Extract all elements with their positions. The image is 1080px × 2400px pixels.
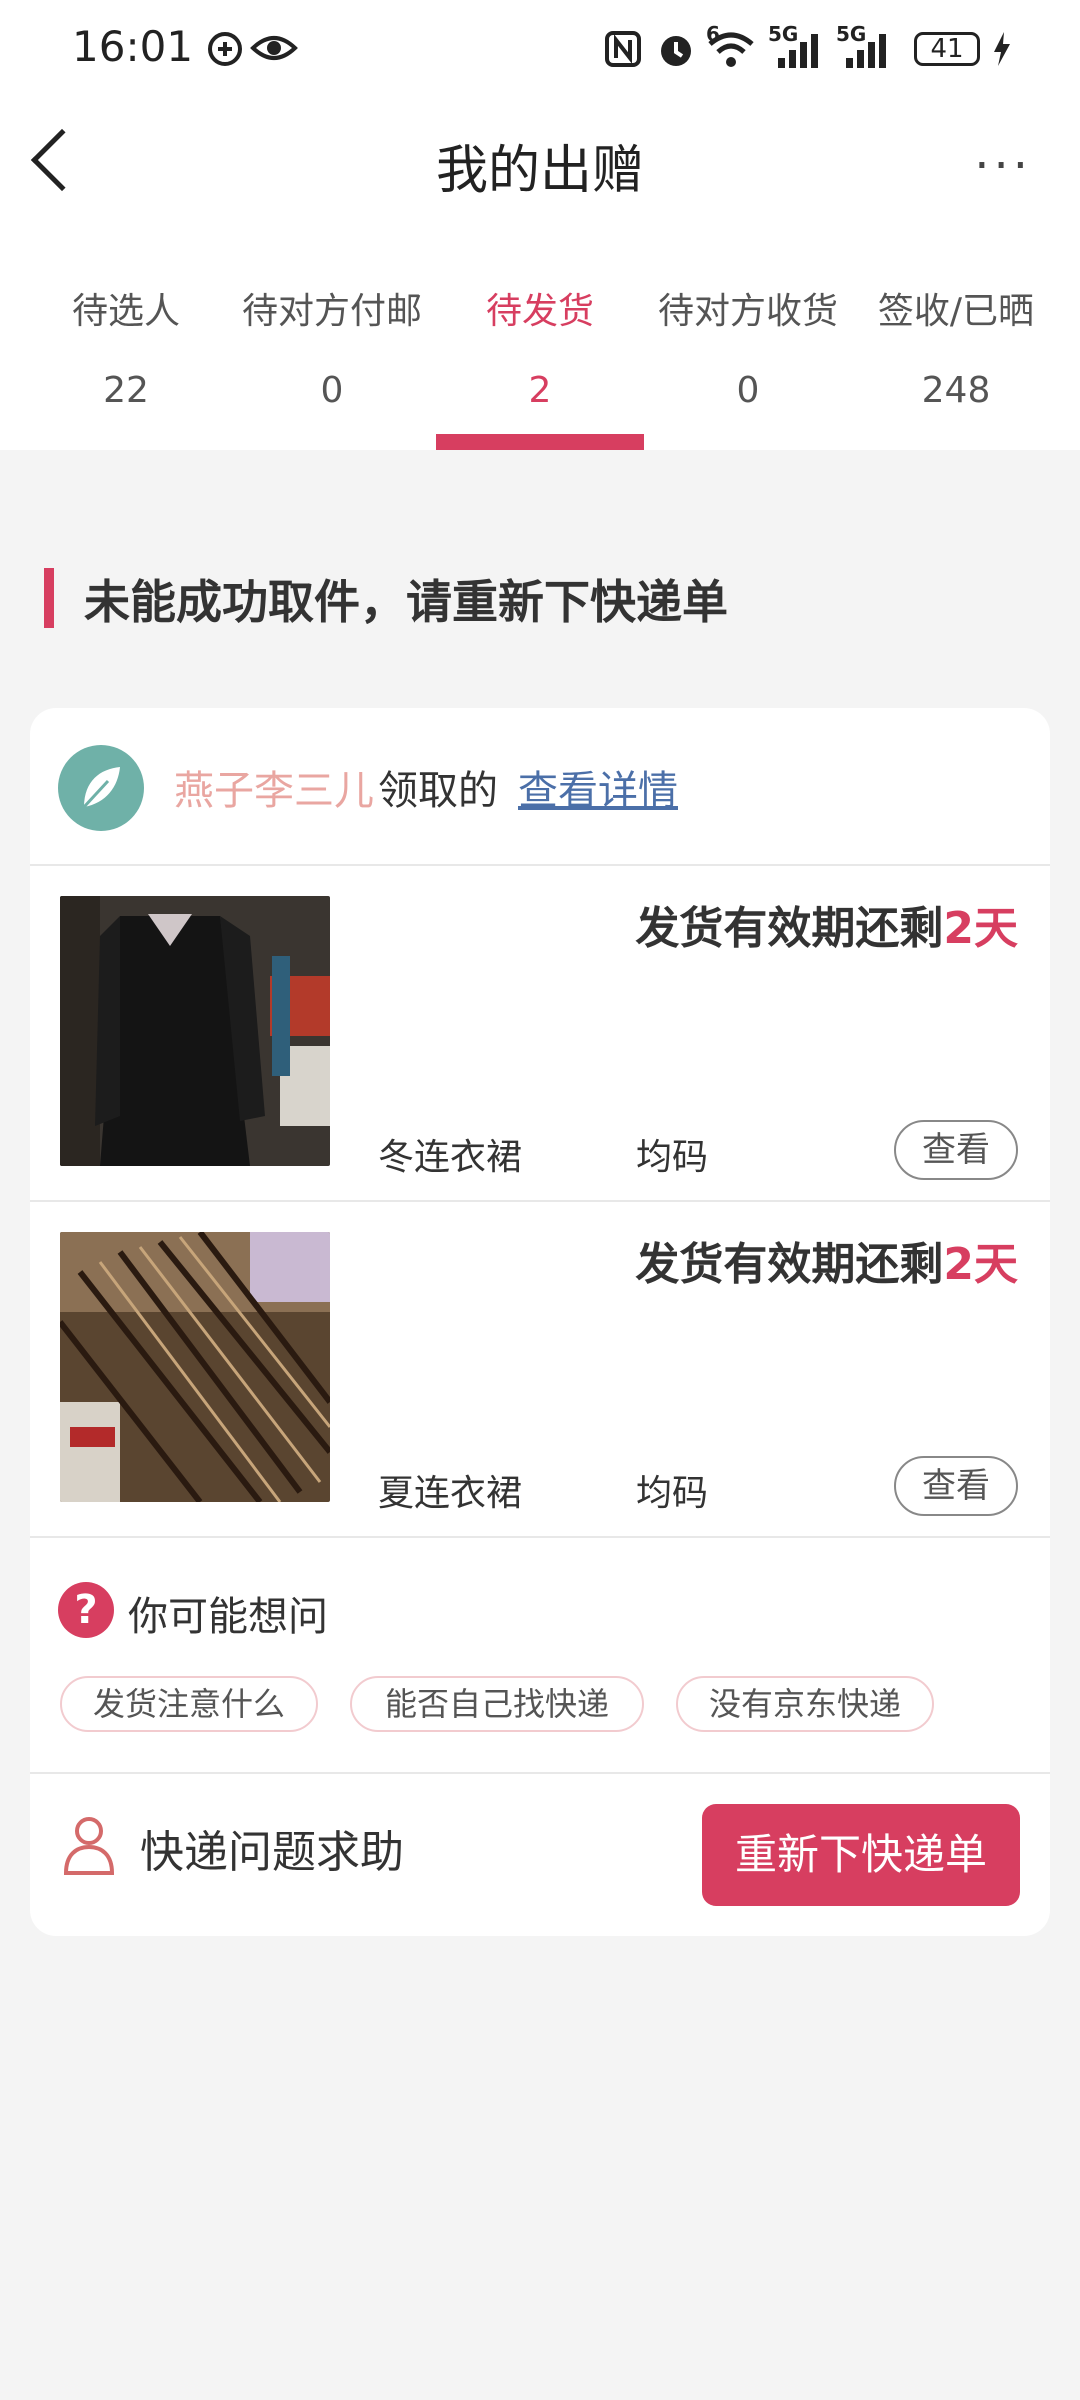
signal-5g-icon: 5G	[768, 22, 826, 78]
tab-count[interactable]: 248	[852, 370, 1060, 411]
shipping-deadline: 发货有效期还剩2天	[635, 1228, 1018, 1292]
more-options-icon[interactable]: ···	[974, 138, 1032, 194]
item-size: 均码	[636, 1137, 709, 1178]
faq-title: 你可能想问	[128, 1594, 328, 1640]
leaf-icon	[82, 767, 120, 809]
avatar[interactable]	[58, 745, 144, 831]
deadline-value: 2天	[943, 903, 1018, 954]
tab-pending-receipt[interactable]: 待对方收货	[644, 282, 852, 334]
divider	[30, 1772, 1050, 1774]
view-details-link[interactable]: 查看详情	[518, 758, 678, 816]
deadline-value: 2天	[943, 1239, 1018, 1290]
section-accent-bar	[44, 568, 54, 628]
tab-pending-postage[interactable]: 待对方付邮	[228, 282, 436, 334]
tab-count[interactable]: 22	[22, 370, 230, 411]
tab-pending-shipment[interactable]: 待发货	[436, 282, 644, 334]
item-size: 均码	[636, 1473, 709, 1514]
item-thumbnail[interactable]	[60, 896, 330, 1166]
faq-chip[interactable]: 能否自己找快递	[350, 1676, 644, 1732]
alarm-icon	[656, 30, 696, 78]
tab-count[interactable]: 2	[436, 370, 644, 411]
nfc-icon	[604, 30, 642, 76]
item-thumbnail[interactable]	[60, 1232, 330, 1502]
shipping-help-link[interactable]: 快递问题求助	[140, 1816, 404, 1880]
recipient-name[interactable]: 燕子李三儿	[174, 758, 374, 816]
deadline-prefix: 发货有效期还剩	[635, 1239, 944, 1290]
tab-pending-selection[interactable]: 待选人	[22, 282, 230, 334]
section-title: 未能成功取件，请重新下快递单	[84, 575, 728, 629]
item-name: 冬连衣裙	[378, 1137, 523, 1178]
recipient-suffix: 领取的	[378, 768, 498, 814]
active-tab-indicator	[436, 434, 644, 450]
view-button[interactable]: 查看	[894, 1120, 1018, 1180]
view-button[interactable]: 查看	[894, 1456, 1018, 1516]
tab-count[interactable]: 0	[644, 370, 852, 411]
status-time: 16:01	[72, 22, 194, 71]
faq-chip[interactable]: 发货注意什么	[60, 1676, 318, 1732]
shipping-deadline: 发货有效期还剩2天	[635, 892, 1018, 956]
battery-indicator: 41	[914, 32, 980, 66]
person-icon[interactable]	[62, 1815, 116, 1875]
divider	[30, 864, 1050, 866]
data-saver-icon	[206, 30, 244, 76]
divider	[30, 1536, 1050, 1538]
page-title: 我的出赠	[435, 141, 644, 201]
wifi-6-icon: 6	[706, 22, 756, 78]
divider	[30, 1200, 1050, 1202]
item-name: 夏连衣裙	[378, 1473, 523, 1514]
reorder-shipping-button[interactable]: 重新下快递单	[702, 1804, 1020, 1906]
question-icon: ?	[58, 1582, 114, 1638]
signal-5g-icon: 5G	[836, 22, 894, 78]
charging-icon	[992, 30, 1012, 76]
tab-count[interactable]: 0	[228, 370, 436, 411]
deadline-prefix: 发货有效期还剩	[635, 903, 944, 954]
faq-chip[interactable]: 没有京东快递	[676, 1676, 934, 1732]
tab-received[interactable]: 签收/已晒	[852, 282, 1060, 334]
eye-icon	[250, 30, 298, 74]
